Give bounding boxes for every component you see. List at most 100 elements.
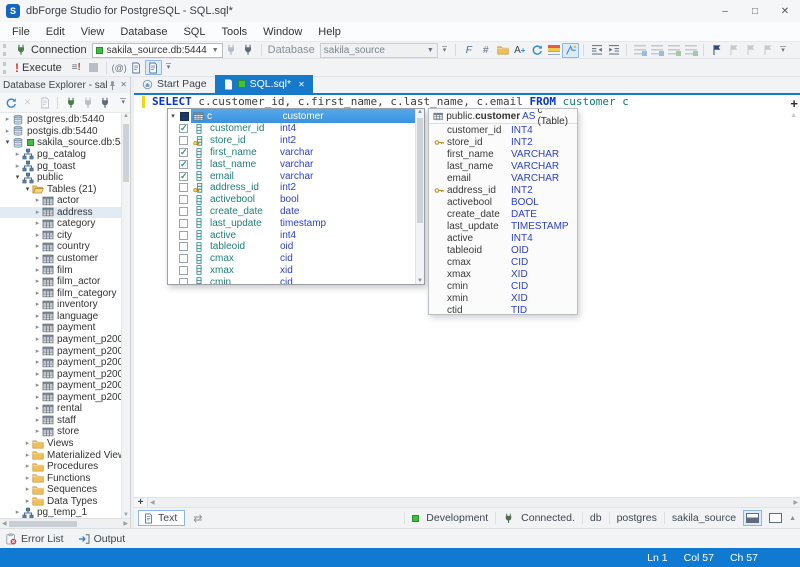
menu-database[interactable]: Database (112, 26, 175, 38)
autocomplete-column-cmax[interactable]: cmaxcid (168, 253, 424, 265)
minimize-button[interactable]: – (710, 0, 740, 22)
tree-item-payment-p2007[interactable]: ▸payment_p2007 (0, 380, 121, 392)
tree-item-inventory[interactable]: ▸inventory (0, 299, 121, 311)
column-checkbox[interactable] (179, 278, 188, 285)
tree-item-store[interactable]: ▸store (0, 426, 121, 438)
format-document-icon[interactable]: F (460, 43, 477, 58)
tree-item-payment-p2007[interactable]: ▸payment_p2007 (0, 357, 121, 369)
tree-expander-icon[interactable]: ▸ (33, 369, 42, 380)
comment-lines-icon[interactable] (631, 43, 648, 58)
connection-dropdown[interactable]: sakila_source.db:5444 ▼ (92, 43, 223, 58)
autocomplete-header-row[interactable]: ▾ c customer (168, 109, 424, 123)
layout-vertical-toggle[interactable] (769, 513, 782, 523)
tree-item-film-actor[interactable]: ▸film_actor (0, 276, 121, 288)
increase-indent-icon[interactable] (605, 43, 622, 58)
column-checkbox[interactable] (179, 136, 188, 145)
explorer-horizontal-scrollbar[interactable]: ◀▶ (0, 518, 130, 528)
new-connection-icon[interactable] (12, 43, 29, 58)
status-db-label[interactable]: db (590, 512, 602, 524)
toolbar-overflow-icon[interactable]: ▾ (120, 98, 126, 107)
tree-expander-icon[interactable]: ▸ (33, 207, 42, 218)
tree-item-film[interactable]: ▸film (0, 264, 121, 276)
tree-item-functions[interactable]: ▸Functions (0, 472, 121, 484)
validate-icon[interactable]: # (477, 43, 494, 58)
tree-expander-icon[interactable]: ▸ (33, 415, 42, 426)
tree-item-materialized-views[interactable]: ▸Materialized Views (0, 449, 121, 461)
tree-item-sakila-source-db-5444[interactable]: ▾sakila_source.db:5444 (0, 137, 121, 149)
tree-expander-icon[interactable]: ▸ (3, 114, 12, 125)
tree-item-views[interactable]: ▸Views (0, 438, 121, 450)
tree-expander-icon[interactable]: ▸ (33, 299, 42, 310)
tree-expander-icon[interactable]: ▸ (3, 126, 12, 137)
tree-expander-icon[interactable]: ▸ (33, 403, 42, 414)
status-server[interactable]: postgres (617, 512, 657, 524)
tree-item-postgres-db-5440[interactable]: ▸postgres.db:5440 (0, 114, 121, 126)
tree-expander-icon[interactable]: ▸ (33, 276, 42, 287)
error-list-tab[interactable]: Error List (5, 533, 64, 545)
database-dropdown[interactable]: sakila_source ▼ (320, 43, 438, 58)
tab-sql-file[interactable]: SQL.sql* ✕ (215, 75, 313, 93)
scroll-up-icon[interactable]: ▲ (790, 112, 797, 119)
delete-icon[interactable]: ✕ (19, 95, 36, 110)
tree-expander-icon[interactable]: ▸ (23, 461, 32, 472)
autocomplete-column-xmax[interactable]: xmaxxid (168, 265, 424, 277)
tree-item-payment-p2007[interactable]: ▸payment_p2007 (0, 334, 121, 346)
select-all-checkbox[interactable] (180, 112, 189, 121)
autocomplete-column-last-name[interactable]: last_namevarchar (168, 158, 424, 170)
tree-expander-icon[interactable]: ▾ (13, 172, 22, 183)
autocomplete-column-activebool[interactable]: activeboolbool (168, 194, 424, 206)
popup-scrollbar[interactable]: ▲▼ (415, 109, 424, 284)
column-checkbox[interactable] (179, 207, 188, 216)
split-view-handle[interactable]: + (790, 96, 798, 111)
tree-expander-icon[interactable]: ▸ (23, 496, 32, 507)
previous-bookmark-icon[interactable] (725, 43, 742, 58)
comment-block-icon[interactable] (665, 43, 682, 58)
column-checkbox[interactable] (179, 231, 188, 240)
clear-bookmarks-icon[interactable] (759, 43, 776, 58)
menu-view[interactable]: View (73, 26, 113, 38)
menu-window[interactable]: Window (255, 26, 310, 38)
tree-expander-icon[interactable]: ▸ (23, 473, 32, 484)
tree-expander-icon[interactable]: ▾ (23, 184, 32, 195)
new-sql-icon[interactable] (128, 60, 145, 75)
tree-expander-icon[interactable]: ▸ (13, 161, 22, 172)
tree-expander-icon[interactable]: ▸ (23, 438, 32, 449)
code-completion-icon[interactable] (562, 43, 579, 58)
disconnect-icon[interactable] (240, 43, 257, 58)
tree-expander-icon[interactable]: ▸ (33, 357, 42, 368)
close-button[interactable]: ✕ (770, 0, 800, 22)
tree-item-film-category[interactable]: ▸film_category (0, 287, 121, 299)
autocomplete-column-customer-id[interactable]: customer_idint4 (168, 123, 424, 135)
add-pane-button[interactable]: + (134, 498, 148, 508)
tree-expander-icon[interactable]: ▸ (33, 288, 42, 299)
toolbar-grip[interactable] (3, 44, 8, 56)
stop-icon[interactable] (89, 63, 98, 72)
execute-label[interactable]: Execute (22, 62, 62, 74)
tree-item-customer[interactable]: ▸customer (0, 253, 121, 265)
menu-tools[interactable]: Tools (213, 26, 255, 38)
next-bookmark-icon[interactable] (742, 43, 759, 58)
tree-expander-icon[interactable]: ▸ (33, 230, 42, 241)
selected-table-header[interactable]: c customer (191, 109, 415, 123)
refresh-icon[interactable] (528, 43, 545, 58)
editor-horizontal-scrollbar[interactable]: + ◀ ▶ (134, 497, 800, 507)
output-tab[interactable]: Output (78, 533, 126, 545)
tree-item-sequences[interactable]: ▸Sequences (0, 484, 121, 496)
parameters-icon[interactable]: (@) (111, 60, 128, 75)
edit-connection-icon[interactable] (223, 43, 240, 58)
tree-expander-icon[interactable]: ▸ (33, 392, 42, 403)
syntax-check-icon[interactable] (545, 43, 562, 58)
tree-item-payment-p2007[interactable]: ▸payment_p2007 (0, 345, 121, 357)
tree-expander-icon[interactable]: ▸ (33, 218, 42, 229)
properties-icon[interactable] (36, 95, 53, 110)
autocomplete-column-tableoid[interactable]: tableoidoid (168, 241, 424, 253)
toolbar-grip[interactable] (3, 62, 8, 74)
tree-expander-icon[interactable]: ▸ (33, 426, 42, 437)
toolbar-overflow-icon[interactable]: ▾ (780, 46, 786, 55)
toolbar-overflow-icon[interactable]: ▾ (442, 46, 448, 55)
query-profiling-icon[interactable] (145, 60, 162, 75)
tree-item-rental[interactable]: ▸rental (0, 403, 121, 415)
menu-sql[interactable]: SQL (175, 26, 213, 38)
sql-editor[interactable]: SELECT c.customer_id, c.first_name, c.la… (134, 95, 800, 497)
new-connection-icon[interactable] (62, 95, 79, 110)
